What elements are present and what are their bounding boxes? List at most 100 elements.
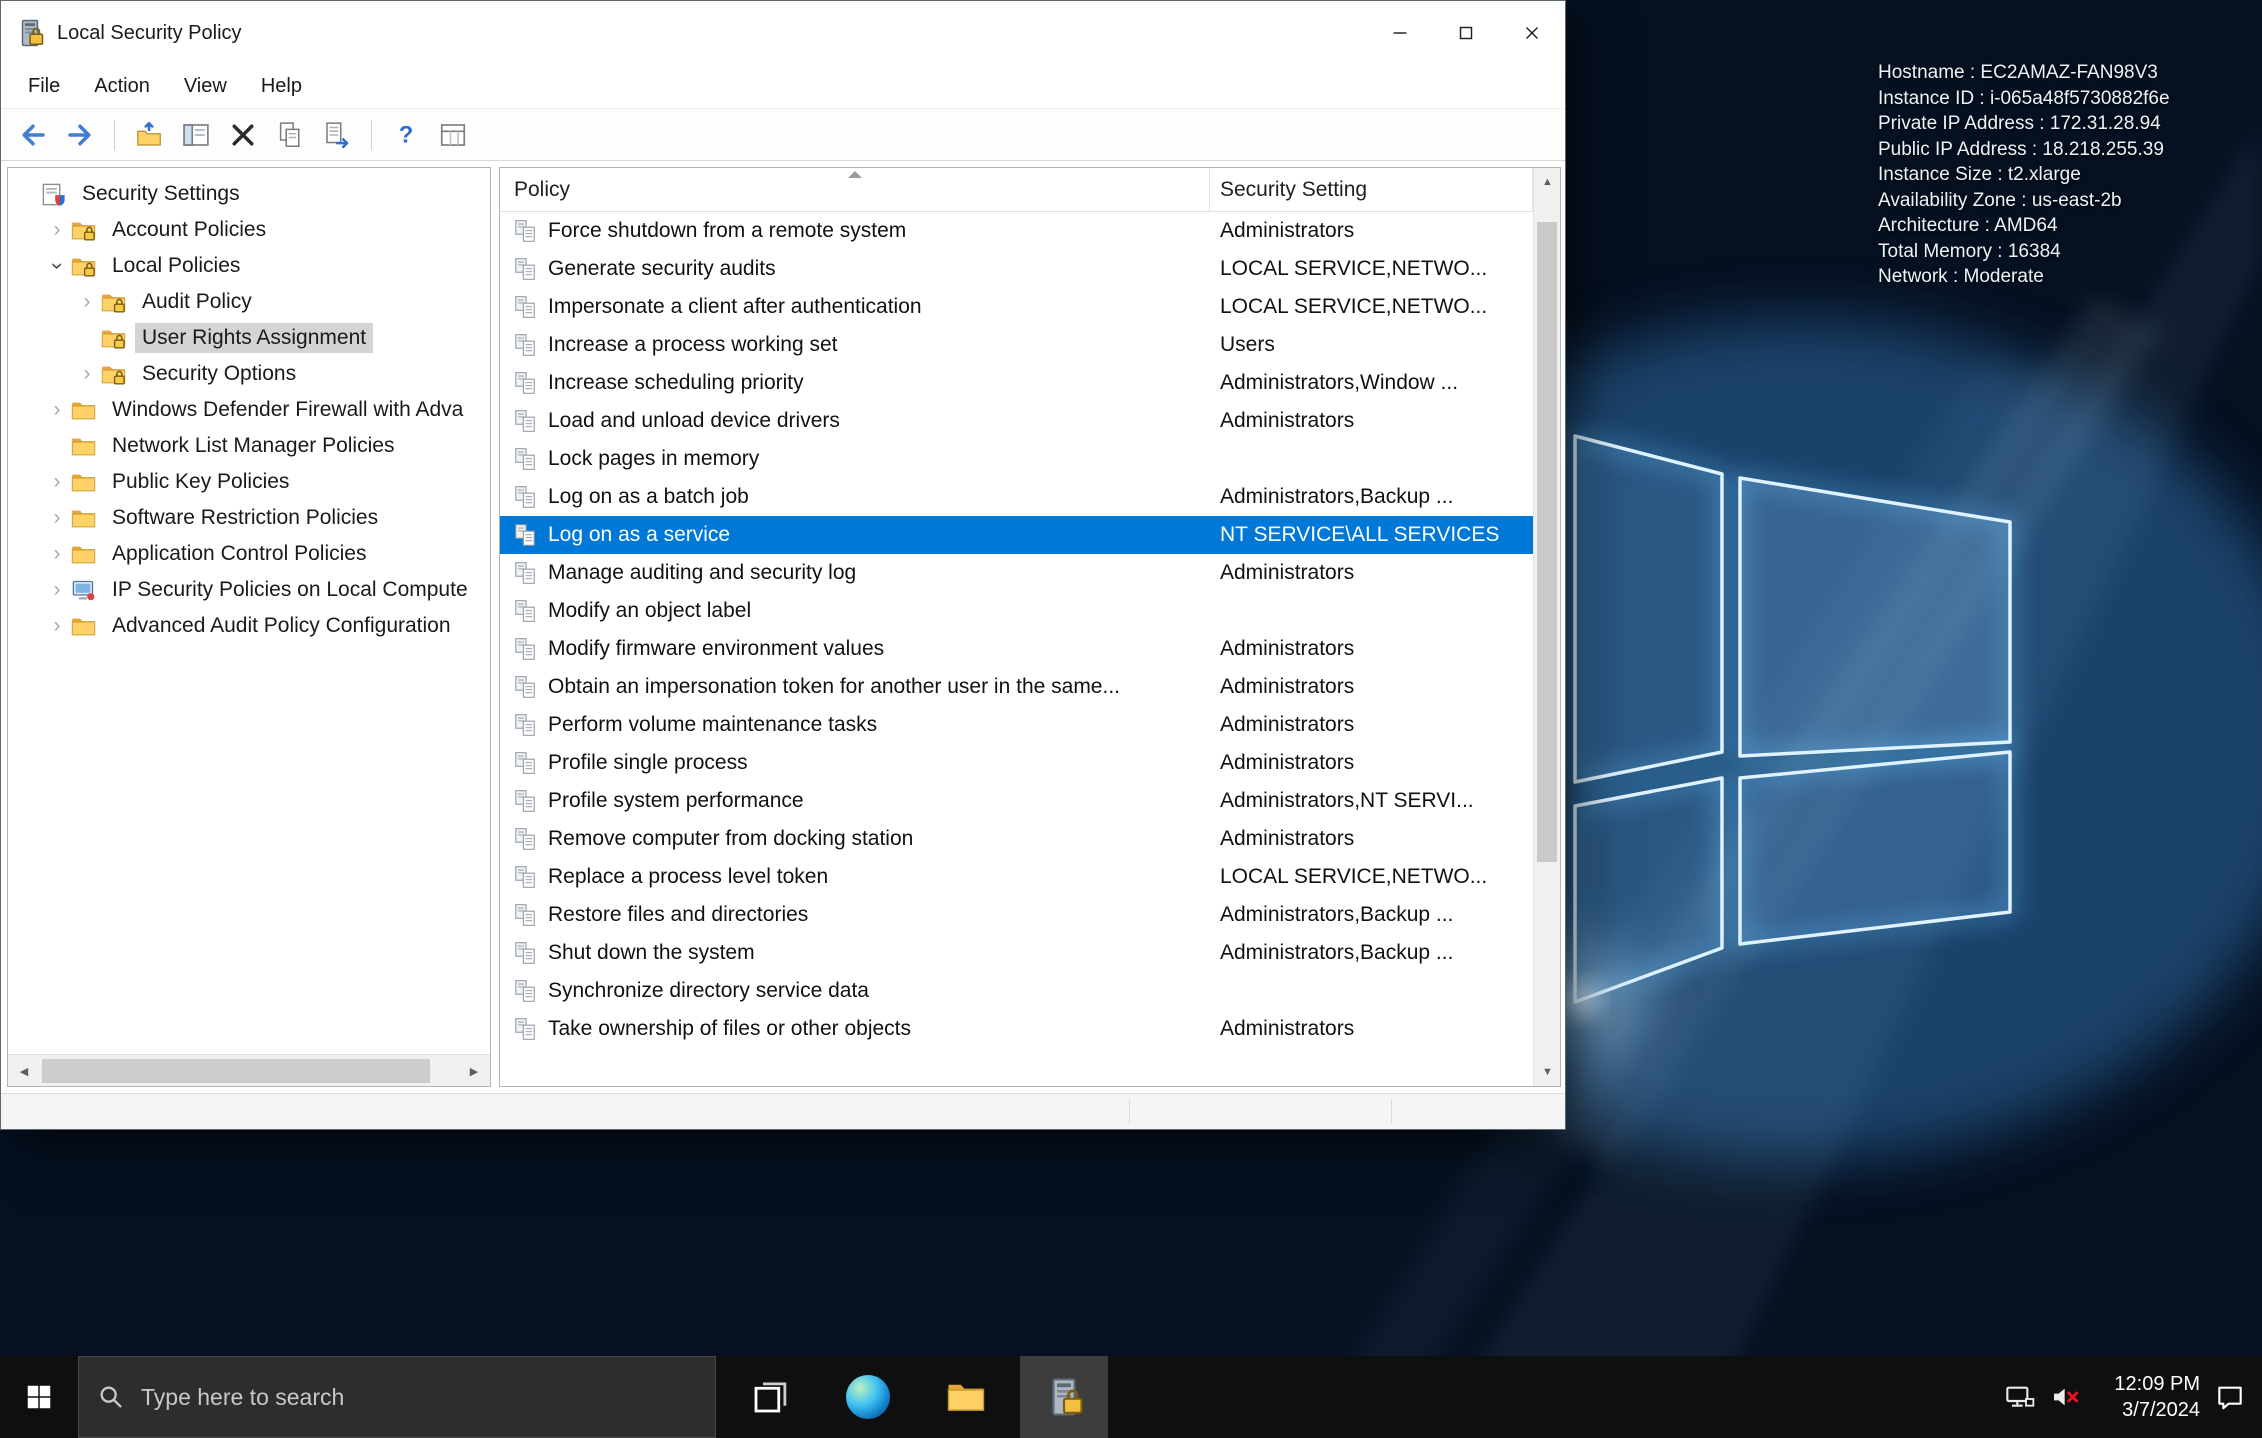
policy-row-modify-an-object-label[interactable]: Modify an object label — [500, 592, 1533, 630]
policy-row-synchronize-directory-service-data[interactable]: Synchronize directory service data — [500, 972, 1533, 1010]
volume-muted-icon[interactable] — [2050, 1381, 2082, 1413]
taskbar-clock[interactable]: 12:09 PM 3/7/2024 — [2096, 1371, 2200, 1423]
back-button[interactable] — [11, 113, 55, 157]
search-input[interactable] — [141, 1383, 715, 1411]
menu-item-help[interactable]: Help — [244, 69, 319, 104]
policy-row-load-and-unload-device-drivers[interactable]: Load and unload device drivers Administra… — [500, 402, 1533, 440]
tree-item-software-restriction-policies[interactable]: › Software Restriction Policies — [8, 500, 490, 536]
policy-name-cell: Synchronize directory service data — [548, 979, 869, 1002]
policy-row-modify-firmware-environment-values[interactable]: Modify firmware environment values Admini… — [500, 630, 1533, 668]
policy-row-perform-volume-maintenance-tasks[interactable]: Perform volume maintenance tasks Administ… — [500, 706, 1533, 744]
policy-row-log-on-as-a-service[interactable]: Log on as a service NT SERVICE\ALL SERVIC… — [500, 516, 1533, 554]
policy-row-restore-files-and-directories[interactable]: Restore files and directories Administrat… — [500, 896, 1533, 934]
policy-row-remove-computer-from-docking-station[interactable]: Remove computer from docking station Admi… — [500, 820, 1533, 858]
tree-item-user-rights-assignment[interactable]: User Rights Assignment — [8, 320, 490, 356]
help-button[interactable] — [384, 113, 428, 157]
file-explorer-button[interactable] — [922, 1356, 1010, 1438]
scroll-left-arrow-icon[interactable]: ◀ — [8, 1055, 40, 1086]
scroll-right-arrow-icon[interactable]: ▶ — [458, 1055, 490, 1086]
scroll-down-arrow-icon[interactable]: ▼ — [1534, 1058, 1560, 1086]
horizontal-scrollbar-thumb[interactable] — [42, 1059, 430, 1083]
tree-item-security-settings[interactable]: Security Settings — [8, 176, 490, 212]
policy-doc-icon — [512, 978, 538, 1004]
policy-row-impersonate-a-client-after-authentication[interactable]: Impersonate a client after authenticatio… — [500, 288, 1533, 326]
policy-row-take-ownership-of-files-or-other-objects[interactable]: Take ownership of files or other objects… — [500, 1010, 1533, 1048]
system-info-line: Private IP Address : 172.31.28.94 — [1878, 113, 2161, 134]
network-icon[interactable] — [2004, 1381, 2036, 1413]
tree-item-network-list-manager-policies[interactable]: Network List Manager Policies — [8, 428, 490, 464]
policy-row-lock-pages-in-memory[interactable]: Lock pages in memory — [500, 440, 1533, 478]
menu-item-action[interactable]: Action — [77, 69, 167, 104]
collapsed-chevron-icon[interactable]: › — [44, 542, 70, 566]
properties-button[interactable] — [268, 113, 312, 157]
up-level-button[interactable] — [127, 113, 171, 157]
system-info-line: Architecture : AMD64 — [1878, 215, 2058, 236]
policy-row-increase-a-process-working-set[interactable]: Increase a process working set Users — [500, 326, 1533, 364]
folder-icon — [70, 397, 97, 424]
tree-item-security-options[interactable]: › Security Options — [8, 356, 490, 392]
forward-button[interactable] — [58, 113, 102, 157]
policy-row-profile-system-performance[interactable]: Profile system performance Administrators… — [500, 782, 1533, 820]
policy-row-force-shutdown-from-a-remote-system[interactable]: Force shutdown from a remote system Admin… — [500, 212, 1533, 250]
policy-row-profile-single-process[interactable]: Profile single process Administrators — [500, 744, 1533, 782]
policy-list-pane: Policy Security Setting Force shutdown f… — [499, 167, 1561, 1087]
menu-item-file[interactable]: File — [11, 69, 77, 104]
show-console-tree-button[interactable] — [174, 113, 218, 157]
toolbar — [1, 109, 1565, 161]
policy-row-replace-a-process-level-token[interactable]: Replace a process level token LOCAL SERVI… — [500, 858, 1533, 896]
tree-item-application-control-policies[interactable]: › Application Control Policies — [8, 536, 490, 572]
policy-row-shut-down-the-system[interactable]: Shut down the system Administrators,Backu… — [500, 934, 1533, 972]
menu-item-view[interactable]: View — [167, 69, 244, 104]
collapsed-chevron-icon[interactable]: › — [44, 398, 70, 422]
vertical-scrollbar[interactable]: ▲ ▼ — [1533, 168, 1560, 1086]
collapsed-chevron-icon[interactable]: › — [44, 506, 70, 530]
tree-item-ip-security-policies-on-local-compute[interactable]: › IP Security Policies on Local Compute — [8, 572, 490, 608]
policy-row-generate-security-audits[interactable]: Generate security audits LOCAL SERVICE,NE… — [500, 250, 1533, 288]
tree-item-label: Public Key Policies — [112, 470, 290, 493]
collapsed-chevron-icon[interactable]: › — [44, 470, 70, 494]
policy-row-manage-auditing-and-security-log[interactable]: Manage auditing and security log Administ… — [500, 554, 1533, 592]
policy-row-obtain-an-impersonation-token-for-another-user-in-the-same[interactable]: Obtain an impersonation token for anothe… — [500, 668, 1533, 706]
expanded-chevron-icon[interactable]: › — [45, 253, 69, 279]
collapsed-chevron-icon[interactable]: › — [44, 578, 70, 602]
local-security-policy-window: Local Security Policy File Action View Help… — [0, 0, 1566, 1130]
column-header-policy[interactable]: Policy — [500, 168, 1210, 211]
policy-row-increase-scheduling-priority[interactable]: Increase scheduling priority Administrato… — [500, 364, 1533, 402]
tree-item-windows-defender-firewall-with-adva[interactable]: › Windows Defender Firewall with Adva — [8, 392, 490, 428]
tree-item-advanced-audit-policy-configuration[interactable]: › Advanced Audit Policy Configuration — [8, 608, 490, 644]
windows-logo-icon — [24, 1382, 54, 1412]
collapsed-chevron-icon[interactable]: › — [74, 290, 100, 314]
title-bar[interactable]: Local Security Policy — [1, 1, 1565, 65]
delete-button[interactable] — [221, 113, 265, 157]
taskbar-search[interactable] — [78, 1356, 716, 1438]
action-center-icon[interactable] — [2214, 1381, 2246, 1413]
policy-name-cell: Restore files and directories — [548, 903, 809, 926]
security-setting-cell: Administrators — [1220, 675, 1355, 698]
policy-row-log-on-as-a-batch-job[interactable]: Log on as a batch job Administrators,Back… — [500, 478, 1533, 516]
tree-item-public-key-policies[interactable]: › Public Key Policies — [8, 464, 490, 500]
task-view-button[interactable] — [726, 1356, 814, 1438]
tree-item-audit-policy[interactable]: › Audit Policy — [8, 284, 490, 320]
vertical-scrollbar-thumb[interactable] — [1537, 222, 1557, 862]
close-button[interactable] — [1499, 1, 1565, 65]
status-bar-divider — [1129, 1099, 1130, 1124]
maximize-button[interactable] — [1433, 1, 1499, 65]
horizontal-scrollbar[interactable]: ◀ ▶ — [8, 1054, 490, 1086]
scroll-up-arrow-icon[interactable]: ▲ — [1534, 168, 1560, 196]
security-setting-cell: Administrators,Backup ... — [1220, 903, 1454, 926]
policy-doc-icon — [512, 218, 538, 244]
collapsed-chevron-icon[interactable]: › — [44, 218, 70, 242]
column-header-security-setting[interactable]: Security Setting — [1210, 168, 1533, 211]
start-button[interactable] — [0, 1356, 78, 1438]
policy-name-cell: Log on as a batch job — [548, 485, 749, 508]
collapsed-chevron-icon[interactable]: › — [44, 614, 70, 638]
edge-button[interactable] — [824, 1356, 912, 1438]
tree-item-local-policies[interactable]: › Local Policies — [8, 248, 490, 284]
icon-view-button[interactable] — [431, 113, 475, 157]
security-setting-cell: Administrators — [1220, 219, 1355, 242]
collapsed-chevron-icon[interactable]: › — [74, 362, 100, 386]
local-security-policy-taskbar-button[interactable] — [1020, 1356, 1108, 1438]
minimize-button[interactable] — [1367, 1, 1433, 65]
export-list-button[interactable] — [315, 113, 359, 157]
tree-item-account-policies[interactable]: › Account Policies — [8, 212, 490, 248]
